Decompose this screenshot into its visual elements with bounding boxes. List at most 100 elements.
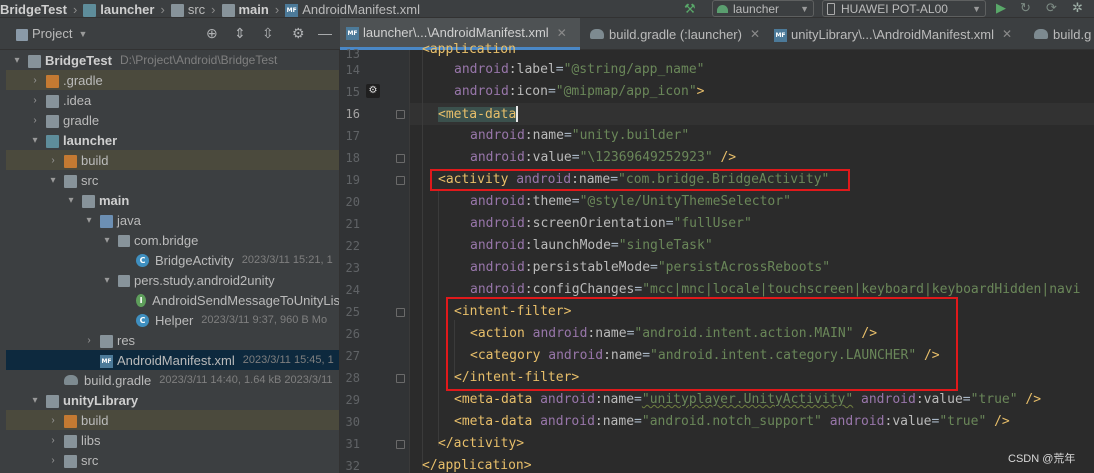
breadcrumb-item-src[interactable]: src xyxy=(188,2,205,17)
colon: : xyxy=(524,128,533,143)
xml-namespace: android xyxy=(470,128,525,143)
line-number: 30 xyxy=(345,415,360,429)
tree-row-helper[interactable]: C Helper 2023/3/11 9:37, 960 B Mo xyxy=(6,310,339,330)
tree-row-launcher-src[interactable]: ▾ src xyxy=(6,170,339,190)
xml-attribute: name xyxy=(602,392,635,407)
breadcrumb-item-main[interactable]: main xyxy=(239,2,269,17)
code-line-21: android:screenOrientation="fullUser" xyxy=(470,216,752,231)
run-icon[interactable]: ▶ xyxy=(996,0,1006,16)
xml-namespace: android xyxy=(540,392,595,407)
xml-namespace: android xyxy=(454,62,509,77)
tree-row-unity-src[interactable]: › src xyxy=(6,450,339,470)
chevron-right-icon: › xyxy=(33,94,37,106)
package-icon xyxy=(118,275,130,287)
tree-label: Helper xyxy=(155,312,194,328)
source-folder-icon xyxy=(100,214,113,228)
project-panel-header: Project ▼ ⊕ ⇕ ⇳ ⚙ — xyxy=(0,18,340,50)
tree-row-launcher-build[interactable]: › build xyxy=(6,150,339,170)
tree-row-main[interactable]: ▾ main xyxy=(6,190,339,210)
tree-row-bridgeactivity[interactable]: C BridgeActivity 2023/3/11 15:21, 1 xyxy=(6,250,339,270)
tree-row-gradle-cache[interactable]: › .gradle xyxy=(6,70,339,90)
hammer-icon[interactable]: ⚒ xyxy=(684,1,696,17)
locate-icon[interactable]: ⊕ xyxy=(206,25,218,42)
project-icon xyxy=(16,28,28,41)
xml-tag-close: /> xyxy=(986,414,1010,429)
run-configuration-label: launcher xyxy=(733,1,780,16)
debug-icon[interactable]: ✲ xyxy=(1072,0,1083,16)
fold-marker[interactable] xyxy=(396,176,405,185)
tree-row-res[interactable]: › res xyxy=(6,330,339,350)
equals: = xyxy=(547,84,556,99)
fold-marker[interactable] xyxy=(396,374,405,383)
close-icon[interactable]: ✕ xyxy=(750,27,760,41)
fold-marker[interactable] xyxy=(396,154,405,163)
resource-folder-icon xyxy=(100,334,113,348)
tree-label: src xyxy=(81,172,99,188)
xml-attribute: name xyxy=(532,128,564,143)
xml-namespace: android xyxy=(470,238,525,253)
line-number: 25 xyxy=(345,305,360,319)
tree-row-gradle[interactable]: › gradle xyxy=(6,110,339,130)
fold-marker[interactable] xyxy=(396,308,405,317)
tab-build-gradle-2[interactable]: build.g xyxy=(1028,18,1094,50)
code-line-22: android:launchMode="singleTask" xyxy=(470,238,713,253)
fold-marker[interactable] xyxy=(396,440,405,449)
apply-changes-icon[interactable]: ↻ xyxy=(1020,0,1031,16)
tree-meta: 2023/3/11 9:37, 960 B Mo xyxy=(201,314,328,326)
xml-namespace: android xyxy=(454,84,509,99)
breadcrumb-item-module[interactable]: launcher xyxy=(100,2,154,17)
tree-row-bridgetest[interactable]: ▾ BridgeTest D:\Project\Android\BridgeTe… xyxy=(6,50,339,70)
tree-row-launcher[interactable]: ▾ launcher xyxy=(6,130,339,150)
module-folder-icon xyxy=(46,134,59,148)
gradle-icon xyxy=(64,375,78,385)
fold-marker[interactable] xyxy=(396,110,405,119)
colon: : xyxy=(524,194,533,209)
device-select[interactable]: HUAWEI POT-AL00 ▼ xyxy=(822,0,986,17)
close-icon[interactable]: ✕ xyxy=(1002,27,1012,41)
apply-code-changes-icon[interactable]: ⟳ xyxy=(1046,0,1057,16)
tree-label: com.bridge xyxy=(134,232,199,248)
tree-row-android-send-message[interactable]: I AndroidSendMessageToUnityLis xyxy=(6,290,339,310)
hide-icon[interactable]: — xyxy=(318,25,332,41)
tab-build-gradle[interactable]: build.gradle (:launcher) ✕ xyxy=(584,18,764,50)
close-icon[interactable]: ✕ xyxy=(557,26,567,40)
breadcrumb-item-file[interactable]: AndroidManifest.xml xyxy=(302,2,420,17)
chevron-down-icon: ▼ xyxy=(800,3,809,14)
folder-icon xyxy=(170,3,184,17)
tree-label: BridgeActivity xyxy=(155,252,234,268)
project-view-select[interactable]: Project ▼ xyxy=(16,26,91,41)
tree-row-androidmanifest[interactable]: MF AndroidManifest.xml 2023/3/11 15:45, … xyxy=(6,350,339,370)
xml-namespace: android xyxy=(470,150,525,165)
run-configuration-select[interactable]: launcher ▼ xyxy=(712,0,814,17)
highlight-box-activity xyxy=(430,169,850,191)
xml-tag-close: > xyxy=(696,84,705,99)
breadcrumb-item-project[interactable]: BridgeTest xyxy=(0,2,67,17)
gradle-icon xyxy=(590,29,604,39)
tree-row-unity-build[interactable]: › build xyxy=(6,410,339,430)
line-number: 27 xyxy=(345,349,360,363)
tree-row-pers-study[interactable]: ▾ pers.study.android2unity xyxy=(6,270,339,290)
code-line-17: android:name="unity.builder" xyxy=(470,128,689,143)
line-number: 29 xyxy=(345,393,360,407)
xml-file-icon: MF xyxy=(285,3,299,17)
tree-meta: D:\Project\Android\BridgeTest xyxy=(119,53,278,67)
xml-value: "fullUser" xyxy=(673,216,752,231)
xml-attribute: persistableMode xyxy=(532,260,651,275)
tree-row-unitylibrary[interactable]: ▾ unityLibrary xyxy=(6,390,339,410)
code-line-31: </activity> xyxy=(438,436,524,451)
tree-row-com-bridge[interactable]: ▾ com.bridge xyxy=(6,230,339,250)
tree-row-java[interactable]: ▾ java xyxy=(6,210,339,230)
expand-all-icon[interactable]: ⇕ xyxy=(234,25,246,42)
indent-guide xyxy=(422,50,423,470)
gear-icon[interactable]: ⚙ xyxy=(292,25,305,42)
line-number: 19 xyxy=(345,173,360,187)
tree-row-build-gradle[interactable]: build.gradle 2023/3/11 14:40, 1.64 kB 20… xyxy=(6,370,339,390)
tab-unitylibrary-manifest[interactable]: MF unityLibrary\...\AndroidManifest.xml … xyxy=(768,18,1024,50)
tree-row-libs[interactable]: › libs xyxy=(6,430,339,450)
xml-namespace: android xyxy=(470,260,525,275)
tree-row-idea[interactable]: › .idea xyxy=(6,90,339,110)
class-icon: C xyxy=(136,253,149,267)
code-line-29: <meta-data android:name="unityplayer.Uni… xyxy=(454,392,1041,407)
collapse-all-icon[interactable]: ⇳ xyxy=(262,25,274,42)
folder-icon xyxy=(64,454,77,468)
